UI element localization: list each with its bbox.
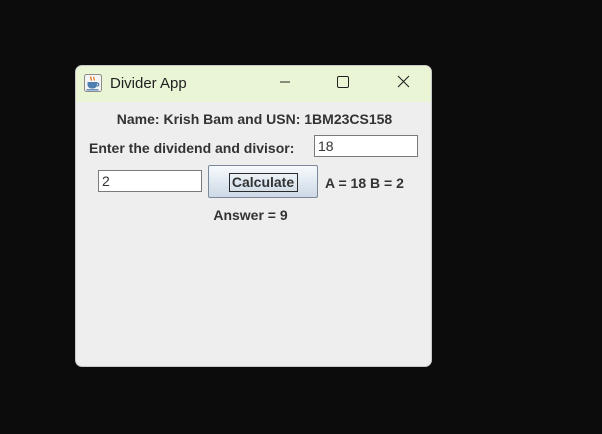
java-coffee-cup-icon	[84, 74, 102, 92]
maximize-icon	[337, 75, 349, 93]
name-usn-label: Name: Krish Bam and USN: 1BM23CS158	[116, 111, 393, 127]
maximize-button[interactable]	[320, 66, 366, 102]
dividend-input[interactable]	[314, 135, 418, 157]
calculate-button-label: Calculate	[231, 174, 295, 190]
calculate-button[interactable]: Calculate	[208, 165, 318, 198]
window-title: Divider App	[110, 75, 187, 92]
minimize-button[interactable]	[262, 66, 308, 102]
prompt-label: Enter the dividend and divisor:	[89, 140, 295, 156]
minimize-icon	[279, 75, 291, 93]
close-icon	[397, 75, 410, 93]
divider-app-window: Divider App Name: Krish Bam and USN: 1BM…	[75, 65, 432, 367]
values-label: A = 18 B = 2	[325, 175, 404, 191]
close-button[interactable]	[380, 66, 426, 102]
title-bar[interactable]: Divider App	[76, 66, 431, 102]
answer-label: Answer = 9	[213, 207, 288, 223]
divisor-input[interactable]	[98, 170, 202, 192]
